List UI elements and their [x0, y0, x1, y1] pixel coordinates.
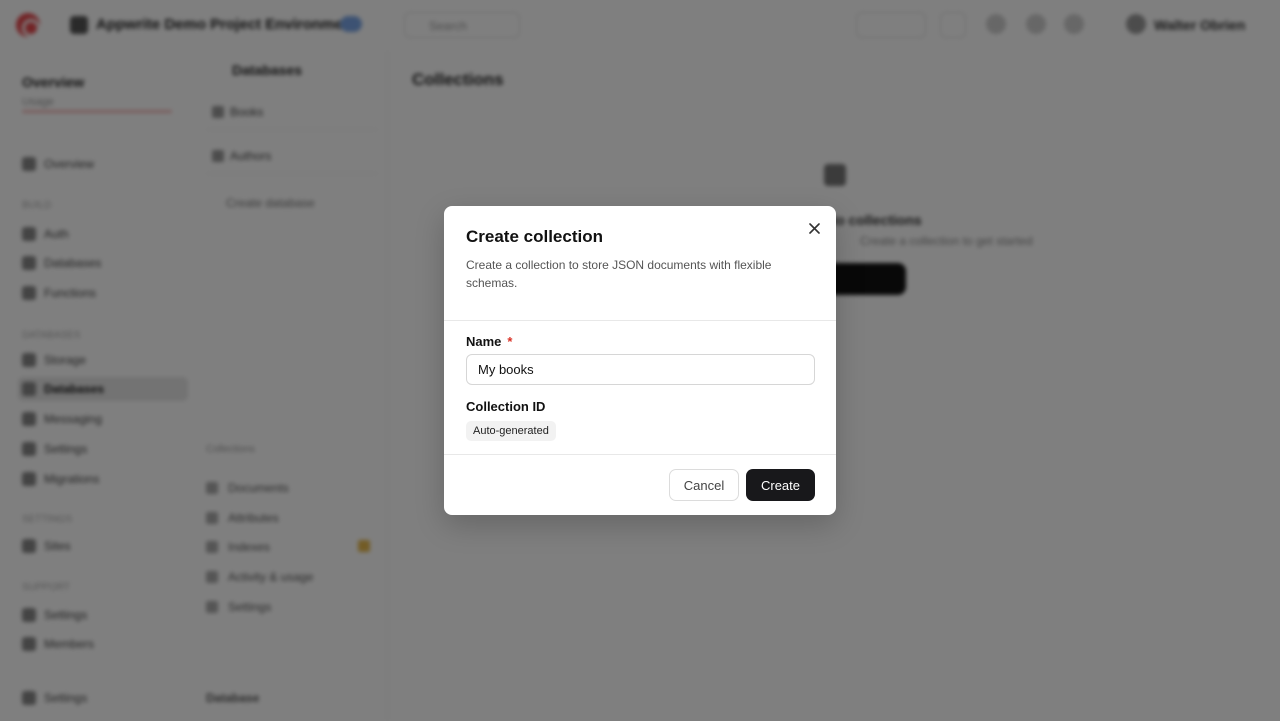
required-marker: *: [507, 334, 513, 349]
cancel-button[interactable]: Cancel: [669, 469, 739, 501]
dialog-title: Create collection: [466, 227, 603, 246]
close-button[interactable]: [804, 218, 824, 238]
divider: [444, 454, 836, 455]
collection-id-badge[interactable]: Auto-generated: [466, 421, 556, 441]
divider: [444, 320, 836, 321]
create-button[interactable]: Create: [746, 469, 815, 501]
collection-id-label: Collection ID: [466, 399, 546, 414]
close-icon: [808, 222, 820, 234]
name-label: Name *: [466, 334, 512, 349]
create-collection-dialog: Create collection Create a collection to…: [444, 206, 836, 515]
dialog-description: Create a collection to store JSON docume…: [466, 258, 772, 290]
name-input[interactable]: [466, 354, 815, 385]
name-label-text: Name: [466, 334, 502, 349]
